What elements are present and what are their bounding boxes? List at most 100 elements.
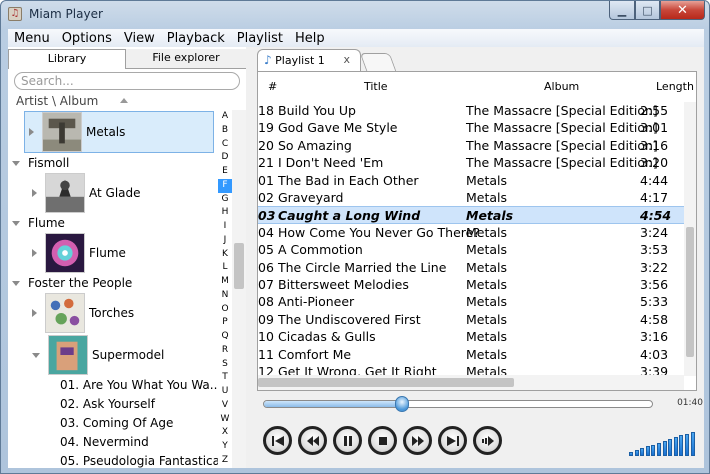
shuffle-button[interactable] <box>473 426 502 455</box>
playlist-vertical-scrollbar[interactable] <box>684 102 696 376</box>
playlist-row-current[interactable]: 03 Caught a Long Wind Metals 4:54 <box>258 206 694 224</box>
search-input[interactable]: Search... <box>14 72 240 90</box>
playlist-row[interactable]: 18 Build You Up The Massacre [Special Edit… <box>258 102 694 119</box>
volume-bar[interactable] <box>662 440 667 456</box>
menu-options[interactable]: Options <box>56 31 118 46</box>
volume-bar[interactable] <box>640 448 645 456</box>
alphabet-letter[interactable]: L <box>218 261 232 275</box>
pause-button[interactable] <box>333 426 362 455</box>
fast-forward-button[interactable] <box>403 426 432 455</box>
stop-button[interactable] <box>368 426 397 455</box>
volume-bars[interactable] <box>629 430 699 456</box>
alphabet-letter[interactable]: Z <box>218 454 232 468</box>
menu-help[interactable]: Help <box>289 31 331 46</box>
menu-view[interactable]: View <box>118 31 161 46</box>
tree-track[interactable]: 03. Coming Of Age <box>60 416 173 434</box>
volume-bar[interactable] <box>645 446 650 456</box>
alphabet-letter[interactable]: Q <box>218 330 232 344</box>
tree-track[interactable]: 05. Pseudologia Fantastica <box>60 454 218 468</box>
alphabet-letter[interactable]: D <box>218 151 232 165</box>
alphabet-letter[interactable]: J <box>218 234 232 248</box>
maximize-button[interactable]: □ <box>635 1 660 20</box>
close-tab-icon[interactable]: x <box>343 50 350 70</box>
skip-back-button[interactable] <box>263 426 292 455</box>
volume-bar[interactable] <box>685 433 689 456</box>
alphabet-letter[interactable]: P <box>218 316 232 330</box>
menu-menu[interactable]: Menu <box>8 31 56 46</box>
alphabet-letter[interactable]: R <box>218 344 232 358</box>
menu-playlist[interactable]: Playlist <box>231 31 289 46</box>
alphabet-letter[interactable]: U <box>218 385 232 399</box>
seek-bar[interactable] <box>263 396 653 412</box>
volume-bar[interactable] <box>668 439 673 456</box>
column-header-title[interactable]: Title <box>364 80 388 93</box>
volume-bar[interactable] <box>673 437 678 456</box>
title-bar[interactable]: ♫ Miam Player ▁ □ ✕ <box>1 1 709 27</box>
tab-file-explorer[interactable]: File explorer <box>126 49 246 69</box>
volume-bar[interactable] <box>679 435 684 456</box>
alphabet-letter[interactable]: C <box>218 138 232 152</box>
playlist-row[interactable]: 01 The Bad in Each Other Metals 4:44 <box>258 172 694 189</box>
volume-bar[interactable] <box>634 450 639 456</box>
seek-handle[interactable] <box>395 396 409 412</box>
minimize-button[interactable]: ▁ <box>609 1 635 20</box>
tree-artist-foster-the-people[interactable]: Foster the People <box>10 274 132 292</box>
library-scrollbar[interactable] <box>232 110 246 468</box>
library-scrollbar-thumb[interactable] <box>234 243 244 289</box>
alphabet-letter[interactable]: K <box>218 248 232 262</box>
volume-bar[interactable] <box>690 431 695 456</box>
new-playlist-tab[interactable] <box>359 53 397 71</box>
alphabet-letter[interactable]: T <box>218 371 232 385</box>
column-header-number[interactable]: # <box>268 80 277 93</box>
alphabet-letter[interactable]: A <box>218 110 232 124</box>
playlist-row[interactable]: 04 How Come You Never Go There? Metals 3:24 <box>258 224 694 241</box>
playlist-row[interactable]: 07 Bittersweet Melodies Metals 3:56 <box>258 276 694 293</box>
playlist-row[interactable]: 20 So Amazing The Massacre [Special Editio… <box>258 137 694 154</box>
tree-artist-flume[interactable]: Flume <box>10 214 65 232</box>
tree-track[interactable]: 01. Are You What You Wa... <box>60 378 218 396</box>
playlist-row[interactable]: 11 Comfort Me Metals 4:03 <box>258 346 694 363</box>
alphabet-letter[interactable]: F <box>218 178 232 193</box>
column-header-length[interactable]: Length <box>656 80 694 93</box>
column-header-album[interactable]: Album <box>544 80 579 93</box>
tree-album-supermodel[interactable]: Supermodel <box>32 334 164 376</box>
playlist-row[interactable]: 09 The Undiscovered First Metals 4:58 <box>258 311 694 328</box>
playlist-row[interactable]: 10 Cicadas & Gulls Metals 3:16 <box>258 328 694 345</box>
alphabet-letter[interactable]: H <box>218 206 232 220</box>
tree-album-at-glade[interactable]: At Glade <box>32 172 141 214</box>
alphabet-letter[interactable]: X <box>218 426 232 440</box>
playlist-row[interactable]: 06 The Circle Married the Line Metals 3:22 <box>258 259 694 276</box>
volume-bar[interactable] <box>657 442 661 456</box>
tab-playlist-1[interactable]: ♪ Playlist 1 x <box>257 49 361 71</box>
alphabet-letter[interactable]: B <box>218 124 232 138</box>
playlist-row[interactable]: 08 Anti-Pioneer Metals 5:33 <box>258 293 694 310</box>
alphabet-letter[interactable]: V <box>218 399 232 413</box>
playlist-row[interactable]: 05 A Commotion Metals 3:53 <box>258 241 694 258</box>
alphabet-letter[interactable]: G <box>218 193 232 207</box>
playlist-row[interactable]: 19 God Gave Me Style The Massacre [Special… <box>258 119 694 136</box>
tree-album-flume[interactable]: Flume <box>32 232 126 274</box>
tree-album-metals[interactable]: Metals <box>24 111 214 153</box>
menu-playback[interactable]: Playback <box>161 31 231 46</box>
alphabet-letter[interactable]: O <box>218 303 232 317</box>
playlist-vscroll-thumb[interactable] <box>686 227 694 357</box>
rewind-button[interactable] <box>298 426 327 455</box>
close-button[interactable]: ✕ <box>660 1 705 20</box>
sort-header[interactable]: Artist \ Album <box>8 94 246 110</box>
alphabet-letter[interactable]: Y <box>218 440 232 454</box>
alphabet-letter[interactable]: I <box>218 220 232 234</box>
alphabet-letter[interactable]: S <box>218 358 232 372</box>
tab-library[interactable]: Library <box>8 49 126 69</box>
tree-track[interactable]: 04. Nevermind <box>60 435 149 453</box>
playlist-horizontal-scrollbar[interactable] <box>258 375 684 390</box>
alphabet-letter[interactable]: W <box>218 413 232 427</box>
alphabet-letter[interactable]: N <box>218 289 232 303</box>
tree-album-torches[interactable]: Torches <box>32 292 134 334</box>
skip-forward-button[interactable] <box>438 426 467 455</box>
alphabet-letter[interactable]: M <box>218 275 232 289</box>
volume-bar[interactable] <box>629 452 633 456</box>
alphabet-letter[interactable]: E <box>218 165 232 179</box>
tree-track[interactable]: 02. Ask Yourself <box>60 397 155 415</box>
playlist-hscroll-thumb[interactable] <box>258 378 514 387</box>
playlist-row[interactable]: 21 I Don't Need 'Em The Massacre [Special … <box>258 154 694 171</box>
